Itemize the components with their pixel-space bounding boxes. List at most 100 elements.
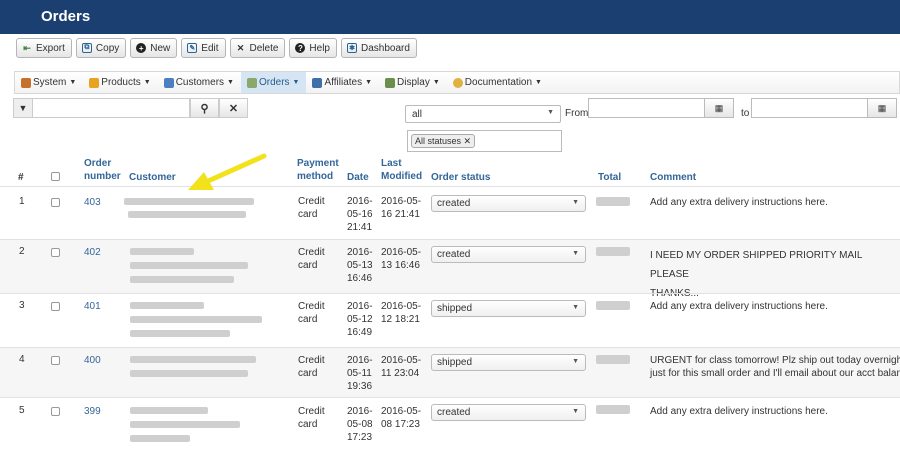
order-number-link[interactable]: 403 — [84, 196, 101, 209]
calendar-icon[interactable]: ▦ — [867, 99, 896, 117]
from-date-input[interactable]: ▦ — [588, 98, 734, 118]
menu-customers-label: Customers — [175, 77, 225, 88]
redacted-customer — [130, 370, 248, 377]
last-modified: 2016-05- 13 16:46 — [381, 246, 421, 272]
caret-down-icon: ▼ — [227, 79, 234, 86]
caret-down-icon: ▼ — [143, 79, 151, 86]
clear-search-button[interactable]: ✕ — [219, 98, 248, 118]
row-checkbox[interactable] — [51, 198, 60, 207]
wrench-icon — [21, 78, 31, 88]
row-checkbox[interactable] — [51, 356, 60, 365]
payment-method: Credit card — [298, 405, 325, 431]
chevron-down-icon: ▼ — [572, 304, 579, 311]
redacted-customer — [130, 421, 240, 428]
payment-line-1: Credit — [298, 406, 325, 417]
col-payment-method[interactable]: Payment method — [297, 157, 339, 183]
order-number-link[interactable]: 400 — [84, 354, 101, 367]
display-icon — [385, 78, 396, 88]
menu-products[interactable]: Products ▼ — [83, 72, 157, 93]
remove-icon[interactable]: ✕ — [464, 136, 472, 146]
select-all-checkbox[interactable] — [51, 172, 60, 181]
copy-icon: ⧉ — [81, 43, 92, 53]
row-number: 2 — [19, 246, 25, 257]
affiliates-icon — [312, 78, 323, 88]
dashboard-icon: ✱ — [347, 43, 357, 53]
redacted-customer — [130, 262, 248, 269]
order-number-link[interactable]: 402 — [84, 246, 101, 259]
col-last-modified[interactable]: Last Modified — [381, 157, 422, 183]
date-line-3: 17:23 — [347, 432, 373, 443]
row-number: 3 — [19, 300, 25, 311]
new-label: New — [150, 42, 171, 54]
payment-line-2: card — [298, 368, 318, 379]
col-date[interactable]: Date — [347, 171, 369, 184]
menu-affiliates[interactable]: Affiliates ▼ — [306, 72, 379, 93]
order-number-link[interactable]: 401 — [84, 300, 101, 313]
comment-line-1: Add any extra delivery instructions here… — [650, 197, 828, 208]
calendar-icon[interactable]: ▦ — [704, 99, 733, 117]
order-status-select[interactable]: shipped ▼ — [431, 354, 586, 371]
redacted-customer — [130, 330, 230, 337]
menu-display-label: Display — [397, 77, 430, 88]
order-status-select[interactable]: created ▼ — [431, 195, 586, 212]
copy-button[interactable]: ⧉ Copy — [75, 38, 127, 58]
menu-documentation[interactable]: Documentation ▼ — [447, 72, 549, 93]
order-date: 2016- 05-08 17:23 — [347, 405, 373, 444]
modified-line-1: 2016-05- — [381, 406, 422, 417]
col-total[interactable]: Total — [598, 171, 621, 184]
help-button[interactable]: ? Help — [289, 38, 337, 58]
col-order-number[interactable]: Order number — [84, 157, 121, 183]
chevron-down-icon: ▼ — [572, 358, 579, 365]
status-filter[interactable]: All statuses ✕ — [407, 130, 562, 152]
delete-button[interactable]: ✕ Delete — [229, 38, 286, 58]
export-icon: ⇤ — [23, 42, 31, 53]
menu-customers[interactable]: Customers ▼ — [158, 72, 241, 93]
export-button[interactable]: ⇤ Export — [16, 38, 72, 58]
col-payment-1: Payment — [297, 158, 339, 169]
caret-down-icon: ▼ — [365, 79, 373, 86]
redacted-customer — [128, 211, 246, 218]
filter-icon[interactable]: ▼ — [13, 98, 33, 118]
modified-line-1: 2016-05- — [381, 247, 422, 258]
col-order-status[interactable]: Order status — [431, 171, 490, 184]
status-chip[interactable]: All statuses ✕ — [411, 134, 476, 148]
order-status-select[interactable]: created ▼ — [431, 246, 586, 263]
payment-line-2: card — [298, 419, 318, 430]
row-checkbox[interactable] — [51, 302, 60, 311]
col-comment[interactable]: Comment — [650, 171, 696, 184]
payment-line-1: Credit — [298, 247, 325, 258]
menu-display[interactable]: Display ▼ — [379, 72, 447, 93]
order-status-select[interactable]: shipped ▼ — [431, 300, 586, 317]
order-comment: Add any extra delivery instructions here… — [650, 300, 828, 313]
search-filter: ▼ ⚲ ✕ — [13, 98, 248, 118]
order-status-value: shipped — [437, 357, 473, 368]
modified-line-1: 2016-05- — [381, 301, 422, 312]
edit-button[interactable]: ✎ Edit — [181, 38, 226, 58]
row-checkbox[interactable] — [51, 248, 60, 257]
search-icon: ⚲ — [200, 102, 209, 115]
edit-label: Edit — [201, 42, 219, 54]
col-customer[interactable]: Customer — [129, 171, 176, 184]
search-button[interactable]: ⚲ — [190, 98, 219, 118]
status-chip-label: All statuses — [415, 136, 462, 146]
comment-line-1: URGENT for class tomorrow! Plz ship out … — [650, 355, 900, 366]
toolbar: ⇤ Export ⧉ Copy + New ✎ Edit ✕ Delete ? Help ✱… — [16, 38, 417, 58]
chevron-down-icon: ▼ — [572, 250, 579, 257]
to-date-input[interactable]: ▦ — [751, 98, 897, 118]
row-checkbox[interactable] — [51, 407, 60, 416]
payment-line-2: card — [298, 209, 318, 220]
date-line-1: 2016- — [347, 406, 373, 417]
order-number-link[interactable]: 399 — [84, 405, 101, 418]
search-input[interactable] — [33, 98, 190, 118]
date-type-select[interactable]: all ▼ — [405, 105, 561, 123]
dashboard-button[interactable]: ✱ Dashboard — [341, 38, 417, 58]
last-modified: 2016-05- 08 17:23 — [381, 405, 421, 431]
modified-line-2: 13 16:46 — [381, 260, 420, 271]
redacted-total — [596, 301, 630, 310]
customers-icon — [163, 78, 174, 88]
order-status-select[interactable]: created ▼ — [431, 404, 586, 421]
menu-orders[interactable]: Orders ▼ — [240, 72, 307, 93]
menu-system[interactable]: System ▼ — [15, 72, 83, 93]
export-label: Export — [36, 42, 65, 54]
new-button[interactable]: + New — [130, 38, 178, 58]
